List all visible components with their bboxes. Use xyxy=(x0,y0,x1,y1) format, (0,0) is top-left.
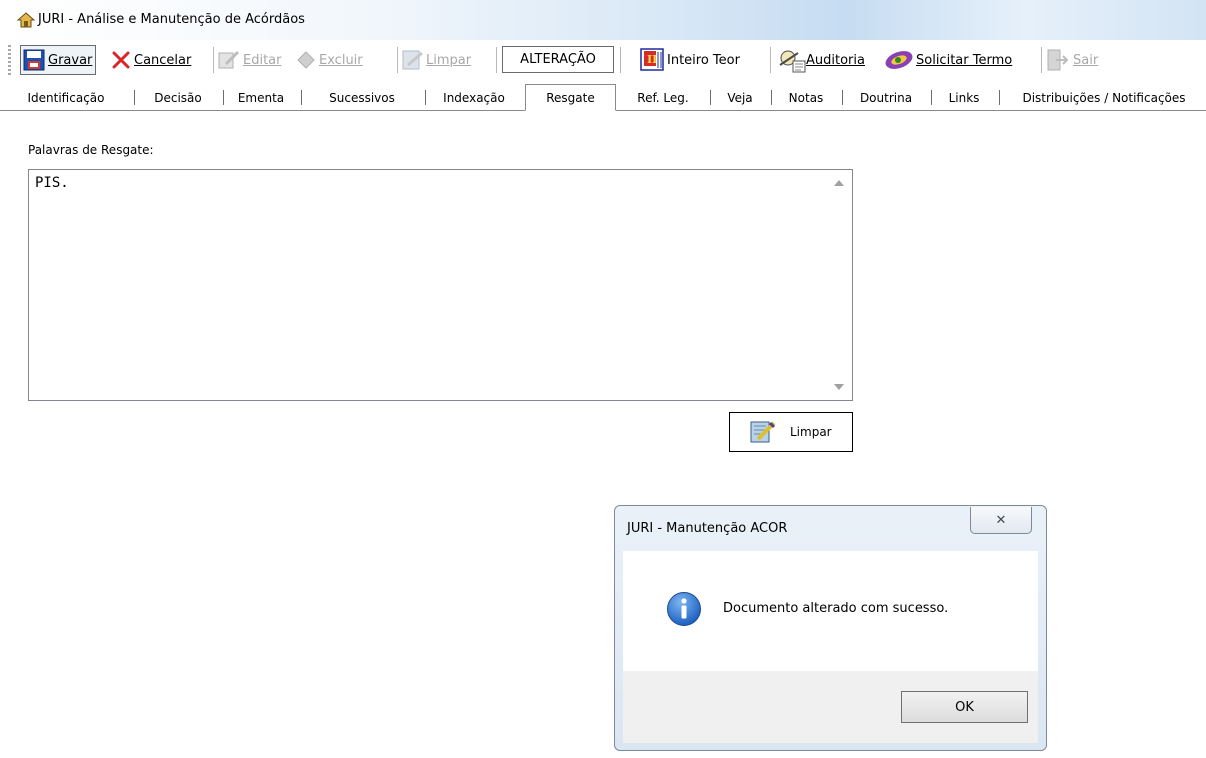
full-text-label: Inteiro Teor xyxy=(667,52,740,68)
tab-distribuicoes-notificacoes[interactable]: Distribuições / Notificações xyxy=(1004,87,1204,109)
scroll-up-arrow[interactable] xyxy=(830,174,848,192)
info-icon xyxy=(667,592,701,626)
dialog-message: Documento alterado com sucesso. xyxy=(723,601,949,616)
close-icon: ✕ xyxy=(995,512,1007,528)
request-term-button[interactable]: Solicitar Termo xyxy=(884,45,1012,75)
request-term-label: Solicitar Termo xyxy=(916,52,1013,68)
delete-button[interactable]: Excluir xyxy=(296,45,363,75)
book-icon: II xyxy=(640,48,664,71)
exit-button[interactable]: Sair xyxy=(1046,45,1098,75)
save-label: Gravar xyxy=(48,52,93,68)
toolbar-grip[interactable] xyxy=(8,45,11,75)
clear-button[interactable]: Limpar xyxy=(402,45,471,75)
resgate-label: Palavras de Resgate: xyxy=(28,143,154,157)
resgate-textarea[interactable]: PIS. xyxy=(28,169,853,401)
edit-label: Editar xyxy=(243,52,282,68)
tab-decisao[interactable]: Decisão xyxy=(138,87,218,109)
clear-icon xyxy=(402,50,423,70)
edit-icon xyxy=(218,50,240,69)
tab-identificacao[interactable]: Identificação xyxy=(6,87,126,109)
tab-doutrina[interactable]: Doutrina xyxy=(846,87,926,109)
tab-ref-leg[interactable]: Ref. Leg. xyxy=(622,87,704,109)
svg-text:II: II xyxy=(647,53,657,66)
clear-resgate-label: Limpar xyxy=(790,425,832,439)
dialog-body: Documento alterado com sucesso. xyxy=(623,551,1038,671)
dialog-title: JURI - Manutenção ACOR xyxy=(627,521,788,536)
toolbar: Gravar Cancelar Editar Excluir Limpar AL… xyxy=(6,41,1202,80)
scroll-down-icon xyxy=(834,384,844,390)
mode-label: ALTERAÇÃO xyxy=(520,52,596,67)
message-dialog: JURI - Manutenção ACOR ✕ Documento alter… xyxy=(614,505,1047,751)
request-icon xyxy=(885,51,913,69)
clear-icon xyxy=(750,421,776,443)
audit-label: Auditoria xyxy=(806,52,865,68)
cancel-label: Cancelar xyxy=(134,52,192,68)
title-bar: JURI - Análise e Manutenção de Acórdãos xyxy=(0,0,1206,40)
tab-strip: Identificação Decisão Ementa Sucessivos … xyxy=(0,84,1206,111)
audit-icon xyxy=(779,50,806,73)
scroll-up-icon xyxy=(834,180,844,186)
delete-icon xyxy=(297,51,315,69)
tab-sucessivos[interactable]: Sucessivos xyxy=(305,87,419,109)
exit-icon xyxy=(1047,49,1068,71)
mode-indicator: ALTERAÇÃO xyxy=(502,46,614,73)
edit-button[interactable]: Editar xyxy=(218,45,282,75)
clear-label: Limpar xyxy=(426,52,472,68)
cancel-icon xyxy=(112,51,130,69)
tab-indexacao[interactable]: Indexação xyxy=(429,87,519,109)
full-text-button[interactable]: II Inteiro Teor xyxy=(640,45,740,75)
save-button[interactable]: Gravar xyxy=(20,45,97,75)
window-title: JURI - Análise e Manutenção de Acórdãos xyxy=(38,12,305,27)
tab-veja[interactable]: Veja xyxy=(714,87,766,109)
dialog-footer: OK xyxy=(623,671,1038,743)
ok-label: OK xyxy=(955,699,974,715)
tab-resgate[interactable]: Resgate xyxy=(525,84,616,111)
resgate-text: PIS. xyxy=(35,175,69,191)
ok-button[interactable]: OK xyxy=(901,691,1028,723)
exit-label: Sair xyxy=(1073,52,1099,68)
tab-ementa[interactable]: Ementa xyxy=(227,87,295,109)
dialog-close-button[interactable]: ✕ xyxy=(970,507,1032,534)
cancel-button[interactable]: Cancelar xyxy=(111,45,191,75)
save-icon xyxy=(23,49,45,71)
scroll-down-arrow[interactable] xyxy=(830,378,848,396)
tab-notas[interactable]: Notas xyxy=(775,87,837,109)
tab-links[interactable]: Links xyxy=(935,87,993,109)
vertical-scrollbar[interactable] xyxy=(830,174,848,396)
delete-label: Excluir xyxy=(319,52,363,68)
audit-button[interactable]: Auditoria xyxy=(776,45,865,75)
clear-resgate-button[interactable]: Limpar xyxy=(729,412,853,452)
app-icon xyxy=(17,12,35,28)
